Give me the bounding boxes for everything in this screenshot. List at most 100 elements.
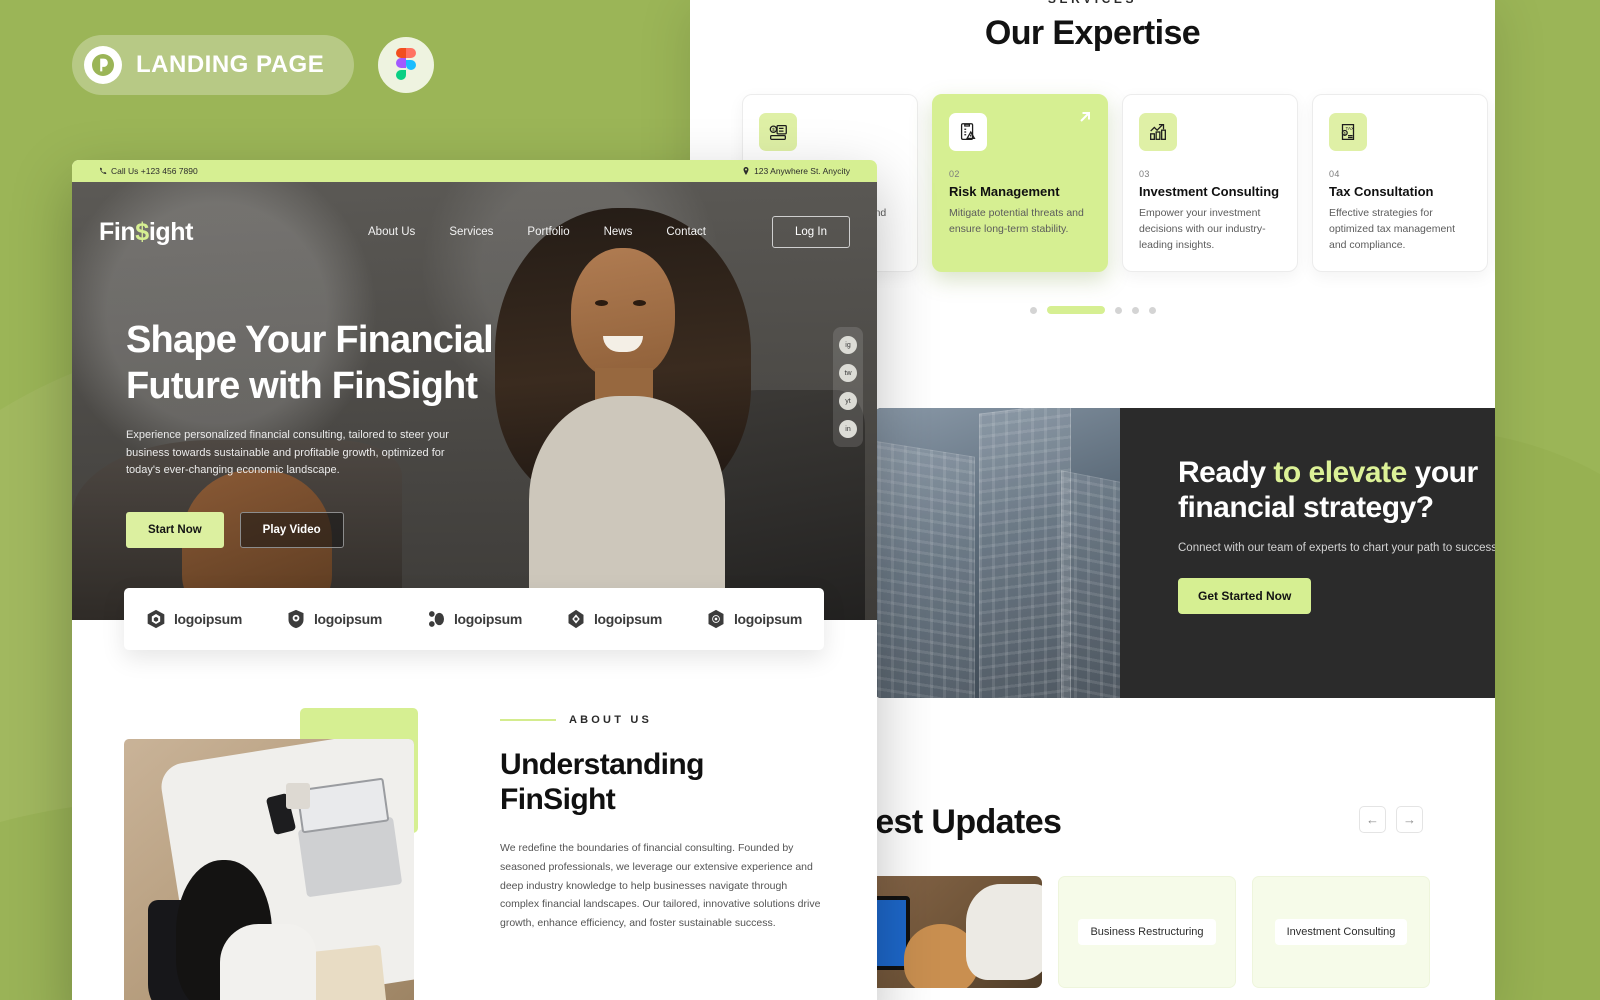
hero-buttons: Start Now Play Video xyxy=(126,511,493,548)
pagination-dot-4[interactable] xyxy=(1131,306,1139,314)
svg-text:TAX: TAX xyxy=(1346,126,1355,131)
partner-logo-label: logoipsum xyxy=(593,611,663,627)
about-section: ABOUT US Understanding FinSight We redef… xyxy=(72,708,877,1000)
landing-page-badge: LANDING PAGE xyxy=(72,35,355,95)
partner-logo-label: logoipsum xyxy=(313,611,383,627)
start-now-button[interactable]: Start Now xyxy=(126,511,224,548)
updates-prev-button[interactable]: ← xyxy=(1359,806,1386,833)
pagination-dot-1[interactable] xyxy=(1029,306,1037,314)
petals-logo-icon xyxy=(428,611,444,627)
nav-links: About Us Services Portfolio News Contact… xyxy=(368,216,850,248)
tax-document-icon: TAX $ xyxy=(1329,113,1367,151)
partner-logo-label: logoipsum xyxy=(173,611,243,627)
cta-heading-highlight: to elevate xyxy=(1273,456,1407,489)
service-name: Risk Management xyxy=(949,184,1060,199)
about-eyebrow-line xyxy=(500,719,556,721)
nav-link-contact[interactable]: Contact xyxy=(666,226,706,238)
twitter-icon[interactable]: tw xyxy=(839,364,857,382)
shield-dot-logo-icon xyxy=(288,609,304,629)
get-started-button[interactable]: Get Started Now xyxy=(1178,577,1312,614)
top-utility-bar: Call Us +123 456 7890 123 Anywhere St. A… xyxy=(72,160,877,182)
about-photo xyxy=(124,739,414,1000)
service-name: Tax Consultation xyxy=(1329,184,1434,199)
partner-logos-strip: logoipsum logoipsum logoipsum logoipsum … xyxy=(124,588,824,650)
badge-label: LANDING PAGE xyxy=(136,51,325,78)
service-card-04[interactable]: TAX $ 04 Tax Consultation Effective stra… xyxy=(1312,94,1488,272)
partner-logo-5: logoipsum xyxy=(706,609,802,629)
about-heading: Understanding FinSight xyxy=(500,747,822,817)
service-desc: Mitigate potential threats and ensure lo… xyxy=(949,207,1084,235)
brand-post: ight xyxy=(148,217,194,246)
update-card-2[interactable]: Investment Consulting xyxy=(1252,876,1430,988)
hero-heading-line1: Shape Your Financial xyxy=(126,319,494,361)
diamond-logo-icon xyxy=(568,609,584,629)
partner-logo-2: logoipsum xyxy=(286,609,382,629)
youtube-icon[interactable]: yt xyxy=(839,392,857,410)
update-card-1[interactable]: Business Restructuring xyxy=(1058,876,1236,988)
instagram-icon[interactable]: ig xyxy=(839,336,857,354)
badge-row: LANDING PAGE xyxy=(72,35,435,95)
services-eyebrow-label: SERVICES xyxy=(1048,0,1137,6)
about-paragraph: We redefine the boundaries of financial … xyxy=(500,842,821,929)
play-video-button[interactable]: Play Video xyxy=(239,511,344,548)
updates-next-button[interactable]: → xyxy=(1396,806,1423,833)
partner-logo-label: logoipsum xyxy=(733,611,803,627)
brand-pre: Fin xyxy=(99,217,136,246)
linkedin-icon[interactable]: in xyxy=(839,420,857,438)
svg-text:$: $ xyxy=(772,127,775,132)
cta-heading: Ready to elevate your financial strategy… xyxy=(1178,456,1495,526)
hero-copy: Shape Your Financial Future with FinSigh… xyxy=(126,318,494,548)
about-eyebrow-label: ABOUT US xyxy=(569,714,653,726)
cta-subtitle: Connect with our team of experts to char… xyxy=(1178,541,1495,554)
hex-shield-logo-icon xyxy=(708,609,724,629)
person-shirt-shape xyxy=(966,884,1042,980)
about-heading-line1: Understanding xyxy=(500,748,704,781)
service-number: 04 xyxy=(1329,169,1340,179)
service-name: Investment Consulting xyxy=(1139,184,1280,199)
partner-logo-1: logoipsum xyxy=(146,609,242,629)
hero-section: Fin$ight About Us Services Portfolio New… xyxy=(72,182,877,620)
service-number: 03 xyxy=(1139,169,1150,179)
partner-logo-3: logoipsum xyxy=(426,609,522,629)
svg-text:$: $ xyxy=(1344,131,1346,135)
service-number: 02 xyxy=(949,169,960,179)
pagination-dot-2-active[interactable] xyxy=(1046,306,1105,314)
services-eyebrow: SERVICES xyxy=(690,0,1495,6)
service-desc: Effective strategies for optimized tax m… xyxy=(1329,207,1456,251)
cta-heading-pre: Ready xyxy=(1178,456,1274,489)
phone-label: Call Us +123 456 7890 xyxy=(111,166,198,176)
nav-link-about-us[interactable]: About Us xyxy=(368,226,415,238)
brand-dollar-icon: $ xyxy=(135,217,149,246)
address-label: 123 Anywhere St. Anycity xyxy=(754,166,850,176)
cube-logo-icon xyxy=(147,609,165,629)
brand-logo[interactable]: Fin$ight xyxy=(99,218,193,247)
cta-banner: Ready to elevate your financial strategy… xyxy=(875,408,1495,698)
main-navbar: Fin$ight About Us Services Portfolio New… xyxy=(72,216,877,248)
nav-link-portfolio[interactable]: Portfolio xyxy=(527,226,569,238)
money-report-icon: $ xyxy=(759,113,797,151)
clipboard-warning-icon xyxy=(949,113,987,151)
arrow-up-right-icon xyxy=(1077,109,1093,130)
pagination-dot-5[interactable] xyxy=(1148,306,1156,314)
phone-block[interactable]: Call Us +123 456 7890 xyxy=(99,166,198,176)
hero-heading: Shape Your Financial Future with FinSigh… xyxy=(126,318,494,409)
partner-logo-label: logoipsum xyxy=(453,611,523,627)
service-card-03[interactable]: 03 Investment Consulting Empower your in… xyxy=(1122,94,1298,272)
phone-icon xyxy=(100,167,107,174)
nav-link-services[interactable]: Services xyxy=(449,226,493,238)
pagination-dot-3[interactable] xyxy=(1114,306,1122,314)
address-block: 123 Anywhere St. Anycity xyxy=(742,166,850,176)
service-desc: Empower your investment decisions with o… xyxy=(1139,207,1266,251)
updates-nav: ← → xyxy=(1359,806,1423,833)
landing-page-panel: Call Us +123 456 7890 123 Anywhere St. A… xyxy=(72,160,877,1000)
service-card-02[interactable]: 02 Risk Management Mitigate potential th… xyxy=(932,94,1108,272)
hero-heading-line2: Future with FinSight xyxy=(126,364,478,407)
social-rail: ig tw yt in xyxy=(833,327,863,447)
cta-heading-line2: financial strategy? xyxy=(1178,490,1434,524)
about-media xyxy=(72,708,432,1000)
about-heading-line2: FinSight xyxy=(500,783,616,817)
hero-paragraph: Experience personalized financial consul… xyxy=(126,429,449,477)
login-button[interactable]: Log In xyxy=(772,216,850,248)
update-tag: Business Restructuring xyxy=(1078,919,1216,945)
nav-link-news[interactable]: News xyxy=(604,226,633,238)
